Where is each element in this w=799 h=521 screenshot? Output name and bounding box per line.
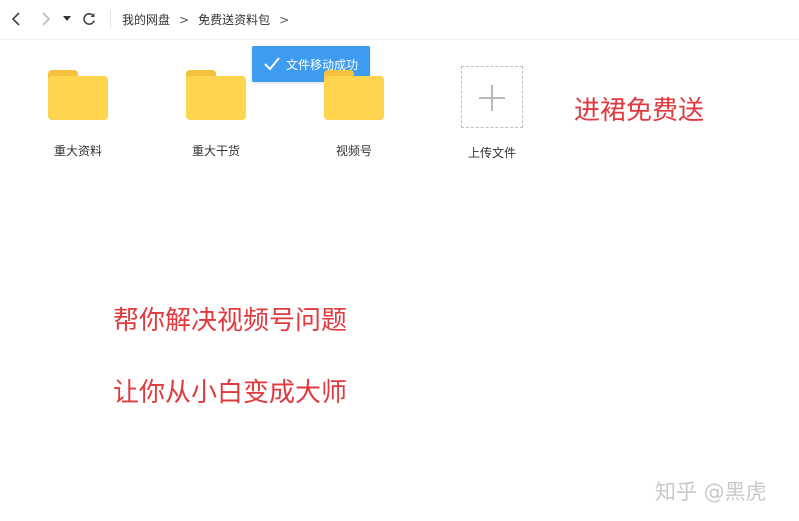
breadcrumb-item-my-disk[interactable]: 我的网盘 bbox=[122, 11, 170, 28]
folder-icon bbox=[48, 66, 108, 120]
file-tile[interactable]: 视频号 bbox=[304, 66, 404, 159]
check-icon bbox=[264, 57, 280, 71]
promo-text-join: 进裙免费送 bbox=[574, 96, 705, 126]
upload-label: 上传文件 bbox=[467, 146, 516, 160]
file-tile[interactable]: 重大资料 bbox=[28, 66, 128, 159]
breadcrumb: 我的网盘 > 免费送资料包 > bbox=[122, 11, 298, 28]
refresh-icon[interactable] bbox=[79, 8, 99, 30]
watermark: 知乎 @黑虎 bbox=[655, 480, 767, 504]
upload-box[interactable] bbox=[461, 66, 523, 128]
breadcrumb-item-current[interactable]: 免费送资料包 bbox=[198, 11, 270, 28]
forward-arrow-icon[interactable] bbox=[36, 8, 56, 30]
upload-tile[interactable]: 上传文件 bbox=[442, 66, 542, 161]
toolbar: 我的网盘 > 免费送资料包 > bbox=[0, 0, 799, 40]
file-name: 重大资料 bbox=[53, 144, 102, 158]
toolbar-divider bbox=[110, 10, 111, 28]
promo-text-master: 让你从小白变成大师 bbox=[113, 378, 348, 408]
back-arrow-icon[interactable] bbox=[6, 8, 26, 30]
folder-icon bbox=[186, 66, 246, 120]
promo-text-solve: 帮你解决视频号问题 bbox=[113, 306, 348, 336]
dropdown-caret-icon[interactable] bbox=[60, 8, 74, 30]
folder-icon bbox=[324, 66, 384, 120]
file-name: 视频号 bbox=[335, 144, 372, 158]
breadcrumb-separator: > bbox=[279, 13, 290, 27]
breadcrumb-separator: > bbox=[179, 13, 190, 27]
file-name: 重大干货 bbox=[191, 144, 240, 158]
file-tile[interactable]: 重大干货 bbox=[166, 66, 266, 159]
